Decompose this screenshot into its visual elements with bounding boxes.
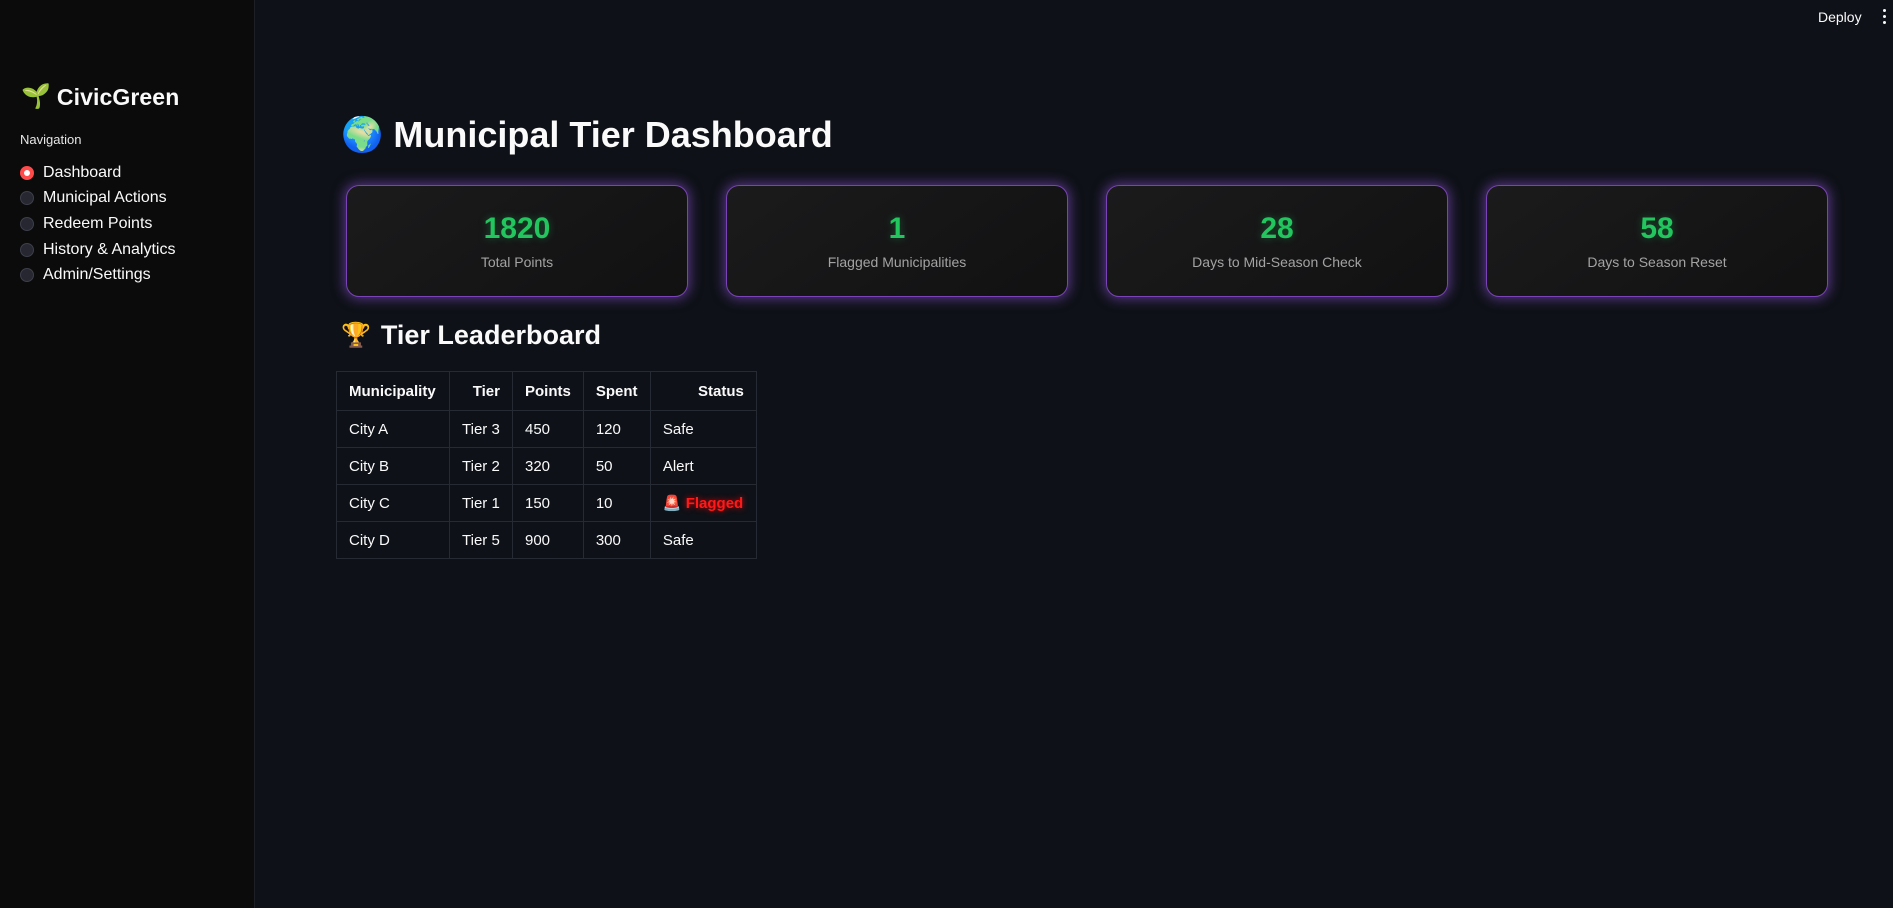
metric-value: 1820 xyxy=(483,212,551,245)
metric-card-total-points: 1820 Total Points xyxy=(346,185,688,297)
table-row: City D Tier 5 900 300 Safe xyxy=(336,521,757,559)
nav-item-redeem-points[interactable]: Redeem Points xyxy=(20,211,175,237)
brand: 🌱 CivicGreen xyxy=(21,83,179,111)
nav-item-municipal-actions[interactable]: Municipal Actions xyxy=(20,186,175,212)
cell-spent: 50 xyxy=(582,447,651,485)
nav-label: Navigation xyxy=(20,132,82,147)
cell-spent: 10 xyxy=(582,484,651,522)
metric-card-flagged-municipalities: 1 Flagged Municipalities xyxy=(726,185,1068,297)
cell-status: 🚨 Flagged xyxy=(649,484,757,522)
cell-points: 150 xyxy=(512,484,584,522)
cell-status: Alert xyxy=(649,447,757,485)
leaderboard-table: Municipality Tier Points Spent Status Ci… xyxy=(336,371,757,559)
cell-spent: 120 xyxy=(582,410,651,448)
table-row: City A Tier 3 450 120 Safe xyxy=(336,410,757,448)
brand-name: CivicGreen xyxy=(56,83,180,110)
nav-item-admin-settings[interactable]: Admin/Settings xyxy=(20,262,175,288)
cell-municipality: City A xyxy=(336,410,450,448)
radio-unselected-icon[interactable] xyxy=(20,191,34,206)
seedling-icon: 🌱 xyxy=(21,83,51,110)
nav-item-label: Admin/Settings xyxy=(43,266,151,284)
column-header-tier[interactable]: Tier xyxy=(449,371,513,411)
nav-item-label: Redeem Points xyxy=(43,214,153,232)
column-header-points[interactable]: Points xyxy=(512,371,584,411)
main-menu-icon[interactable] xyxy=(1881,9,1887,27)
column-header-status[interactable]: Status xyxy=(649,371,757,411)
globe-icon: 🌍 xyxy=(341,116,384,154)
cell-points: 320 xyxy=(512,447,584,485)
nav-item-label: Dashboard xyxy=(43,163,122,181)
metric-value: 1 xyxy=(888,212,906,245)
radio-selected-icon[interactable] xyxy=(20,165,34,180)
metric-card-season-reset: 58 Days to Season Reset xyxy=(1486,185,1828,297)
cell-tier: Tier 1 xyxy=(449,484,513,522)
flagged-status-text: Flagged xyxy=(685,495,744,512)
sidebar: 🌱 CivicGreen Navigation Dashboard Munici… xyxy=(0,0,255,908)
leaderboard-title: Tier Leaderboard xyxy=(380,320,601,350)
cell-points: 450 xyxy=(512,410,584,448)
nav-radio-group: Dashboard Municipal Actions Redeem Point… xyxy=(20,160,175,288)
nav-item-label: Municipal Actions xyxy=(43,189,167,207)
table-row: City B Tier 2 320 50 Alert xyxy=(336,447,757,485)
table-header-row: Municipality Tier Points Spent Status xyxy=(336,371,757,411)
cell-municipality: City D xyxy=(336,521,450,559)
cell-tier: Tier 5 xyxy=(449,521,513,559)
metric-card-mid-season-check: 28 Days to Mid-Season Check xyxy=(1106,185,1448,297)
radio-unselected-icon[interactable] xyxy=(20,268,34,283)
page-title: 🌍 Municipal Tier Dashboard xyxy=(341,114,833,156)
siren-icon: 🚨 xyxy=(662,495,682,512)
metric-label: Days to Season Reset xyxy=(1587,254,1727,270)
leaderboard-heading: 🏆 Tier Leaderboard xyxy=(341,320,601,351)
cell-status: Safe xyxy=(649,410,757,448)
cell-tier: Tier 2 xyxy=(449,447,513,485)
app-root: 🌱 CivicGreen Navigation Dashboard Munici… xyxy=(0,0,1893,908)
radio-unselected-icon[interactable] xyxy=(20,216,34,231)
metric-label: Days to Mid-Season Check xyxy=(1192,254,1362,270)
radio-unselected-icon[interactable] xyxy=(20,242,34,257)
metric-label: Total Points xyxy=(480,254,554,270)
nav-item-dashboard[interactable]: Dashboard xyxy=(20,160,175,186)
page-title-text: Municipal Tier Dashboard xyxy=(393,114,833,155)
column-header-municipality[interactable]: Municipality xyxy=(336,371,450,411)
metric-label: Flagged Municipalities xyxy=(827,254,967,270)
table-row: City C Tier 1 150 10 🚨 Flagged xyxy=(336,484,757,522)
nav-item-history-analytics[interactable]: History & Analytics xyxy=(20,237,175,263)
deploy-button[interactable]: Deploy xyxy=(1818,9,1862,25)
column-header-spent[interactable]: Spent xyxy=(582,371,651,411)
cell-municipality: City B xyxy=(336,447,450,485)
cell-tier: Tier 3 xyxy=(449,410,513,448)
metric-value: 28 xyxy=(1260,212,1294,245)
metric-value: 58 xyxy=(1640,212,1674,245)
cell-spent: 300 xyxy=(582,521,651,559)
cell-status: Safe xyxy=(649,521,757,559)
trophy-icon: 🏆 xyxy=(341,321,371,349)
cell-points: 900 xyxy=(512,521,584,559)
nav-item-label: History & Analytics xyxy=(43,240,176,258)
cell-municipality: City C xyxy=(336,484,450,522)
